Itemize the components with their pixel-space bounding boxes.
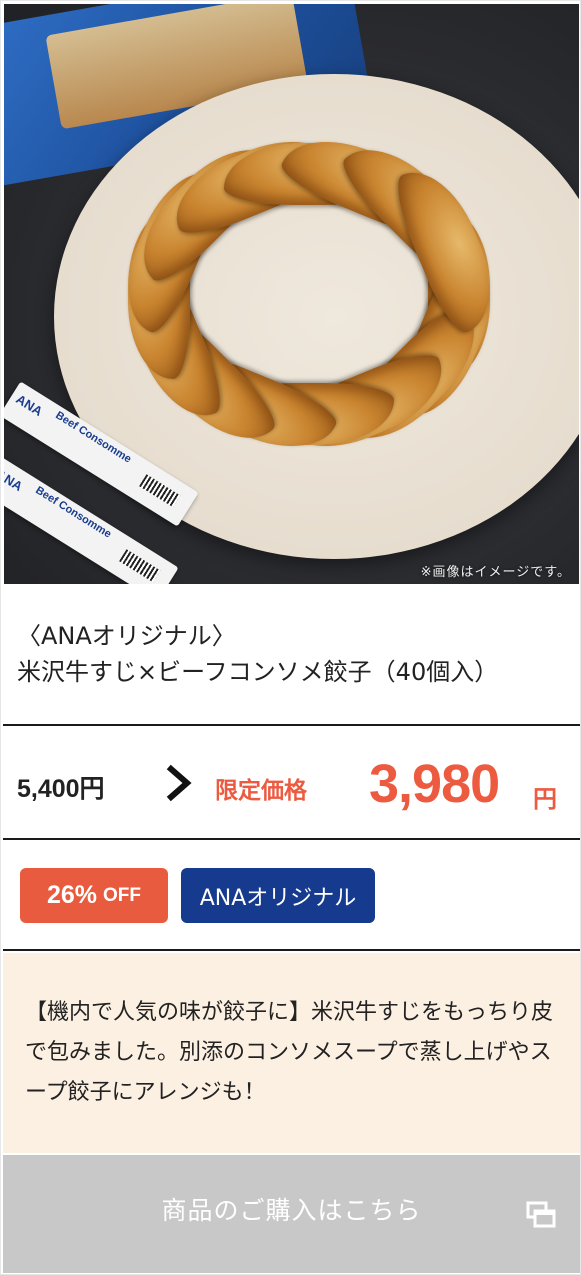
gyoza-piece	[386, 157, 509, 339]
sale-price-unit: 円	[533, 785, 557, 813]
limited-price-label: 限定価格	[215, 778, 307, 804]
product-description: 【機内で人気の味が餃子に】米沢牛すじをもっちり皮で包みました。別添のコンソメスー…	[25, 1000, 554, 1105]
product-image[interactable]: ANA Beef Consomme ANA Beef Consomme ※画像は…	[4, 4, 579, 584]
divider	[3, 949, 580, 951]
product-card: ANA Beef Consomme ANA Beef Consomme ※画像は…	[0, 0, 581, 1275]
product-title-line1: 〈ANAオリジナル〉	[17, 622, 236, 650]
discount-percent: 26%	[46, 881, 98, 909]
purchase-button-label: 商品のご購入はこちら	[161, 1196, 422, 1225]
divider	[3, 838, 580, 840]
purchase-button[interactable]: 商品のご購入はこちら	[3, 1155, 580, 1273]
original-price: 5,400円	[17, 775, 105, 803]
external-window-icon	[526, 1201, 556, 1228]
chevron-right-icon	[166, 764, 192, 802]
discount-off-label: OFF	[103, 884, 142, 906]
product-title: 〈ANAオリジナル〉 米沢牛すじ×ビーフコンソメ餃子（40個入）	[17, 618, 567, 690]
brand-badge: ANAオリジナル	[181, 868, 375, 923]
discount-badge: 26% OFF	[20, 868, 168, 923]
sale-price: 3,980	[369, 754, 500, 814]
image-note: ※画像はイメージです。	[420, 565, 571, 580]
product-title-line2: 米沢牛すじ×ビーフコンソメ餃子（40個入）	[17, 658, 499, 686]
divider	[3, 724, 580, 726]
